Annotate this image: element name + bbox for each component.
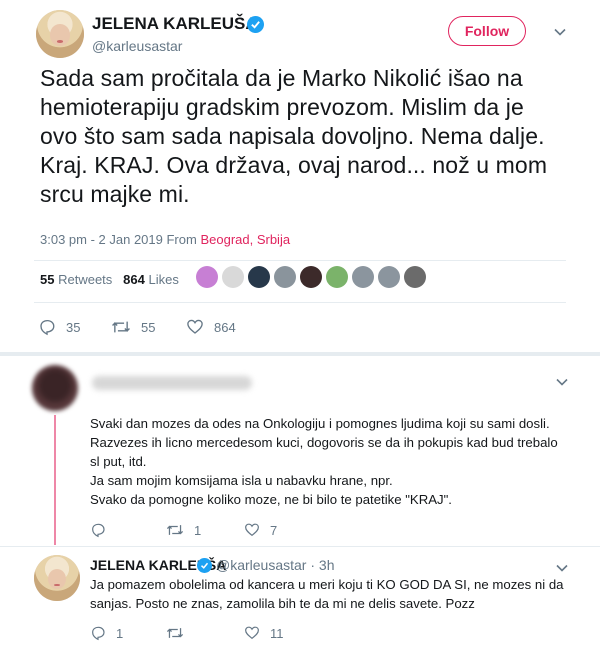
like-action[interactable]: 11 bbox=[244, 625, 284, 641]
liker-avatar[interactable] bbox=[300, 266, 322, 288]
tweet-text: Sada sam pročitala da je Marko Nikolić i… bbox=[40, 65, 548, 207]
from-label: From bbox=[166, 232, 197, 247]
reply-action[interactable] bbox=[90, 522, 116, 538]
heart-icon bbox=[187, 319, 203, 334]
tweet-meta: 3:03 pm - 2 Jan 2019 From Beograd, Srbij… bbox=[40, 232, 290, 247]
reply-line: Svako da pomogne koliko moze, ne bi bilo… bbox=[90, 492, 452, 507]
like-count: 7 bbox=[270, 522, 278, 538]
heart-icon bbox=[245, 523, 259, 537]
liker-avatar[interactable] bbox=[326, 266, 348, 288]
retweet-count: 55 bbox=[141, 319, 156, 335]
retweets-count[interactable]: 55 bbox=[40, 272, 54, 287]
reply-author-handle: @karleusastar · 3h bbox=[216, 557, 334, 573]
thread-line bbox=[54, 415, 56, 545]
likes-count[interactable]: 864 bbox=[123, 272, 145, 287]
reply-author-name-redacted bbox=[92, 376, 252, 390]
section-divider bbox=[0, 352, 600, 356]
liker-avatar[interactable] bbox=[274, 266, 296, 288]
author-name[interactable]: JELENA KARLEUŠA bbox=[92, 14, 258, 34]
liker-avatar[interactable] bbox=[222, 266, 244, 288]
reply-action[interactable]: 35 bbox=[38, 318, 80, 336]
divider bbox=[34, 302, 566, 303]
likes-label[interactable]: Likes bbox=[148, 272, 178, 287]
author-avatar[interactable] bbox=[36, 10, 84, 58]
main-tweet: JELENA KARLEUŠA @karleusastar Follow Sad… bbox=[0, 0, 600, 355]
retweet-action[interactable]: 1 bbox=[166, 522, 201, 538]
liker-avatar[interactable] bbox=[196, 266, 218, 288]
reply-text: Ja pomazem obolelima od kancera u meri k… bbox=[90, 575, 580, 613]
divider bbox=[34, 260, 566, 261]
retweet-action[interactable] bbox=[166, 625, 194, 641]
divider bbox=[0, 546, 600, 547]
reply-line: Ja pomazem obolelima od kancera u meri k… bbox=[90, 577, 564, 592]
author-handle[interactable]: @karleusastar bbox=[92, 38, 182, 54]
reply-line: sanjas. Posto ne znas, zamolila bih te d… bbox=[90, 596, 475, 611]
verified-badge-icon bbox=[197, 558, 212, 573]
reply-author-avatar[interactable] bbox=[34, 555, 80, 601]
reply-text: Svaki dan mozes da odes na Onkologiju i … bbox=[90, 414, 570, 509]
reply-icon bbox=[40, 319, 55, 336]
reply-time[interactable]: · 3h bbox=[310, 557, 334, 573]
like-count: 11 bbox=[270, 625, 284, 641]
reply-icon bbox=[92, 626, 105, 641]
reply-line: Svaki dan mozes da odes na Onkologiju i … bbox=[90, 416, 550, 431]
reply-action[interactable]: 1 bbox=[90, 625, 123, 641]
liker-avatar[interactable] bbox=[352, 266, 374, 288]
retweet-icon bbox=[166, 628, 184, 638]
like-action[interactable]: 864 bbox=[186, 318, 236, 336]
retweet-action[interactable]: 55 bbox=[111, 318, 155, 336]
reply-line: Razvezes ih licno mercedesom kuci, dogov… bbox=[90, 435, 558, 450]
retweets-label[interactable]: Retweets bbox=[58, 272, 112, 287]
reply-count: 35 bbox=[66, 319, 81, 335]
reply-line: sl put, itd. bbox=[90, 454, 147, 469]
chevron-down-icon[interactable] bbox=[554, 374, 570, 390]
liker-avatar[interactable] bbox=[378, 266, 400, 288]
retweet-icon bbox=[112, 321, 130, 333]
heart-icon bbox=[245, 626, 259, 640]
chevron-down-icon[interactable] bbox=[552, 24, 568, 40]
like-count: 864 bbox=[214, 319, 236, 335]
liker-avatar[interactable] bbox=[404, 266, 426, 288]
like-action[interactable]: 7 bbox=[244, 522, 277, 538]
follow-button[interactable]: Follow bbox=[448, 16, 526, 46]
reply-icon bbox=[92, 523, 105, 538]
reply-count: 1 bbox=[116, 625, 124, 641]
tweet-time[interactable]: 3:03 pm - 2 Jan 2019 bbox=[40, 232, 163, 247]
tweet-location[interactable]: Beograd, Srbija bbox=[200, 232, 290, 247]
chevron-down-icon[interactable] bbox=[554, 560, 570, 576]
retweet-count: 1 bbox=[194, 522, 202, 538]
retweet-icon bbox=[166, 525, 184, 535]
liker-avatar[interactable] bbox=[248, 266, 270, 288]
verified-badge-icon bbox=[247, 16, 264, 33]
handle-text[interactable]: @karleusastar bbox=[216, 557, 306, 573]
engagement-counts: 55 Retweets 864 Likes bbox=[40, 272, 179, 287]
reply-line: Ja sam mojim komsijama isla u nabavku hr… bbox=[90, 473, 393, 488]
reply-author-avatar[interactable] bbox=[32, 365, 78, 411]
